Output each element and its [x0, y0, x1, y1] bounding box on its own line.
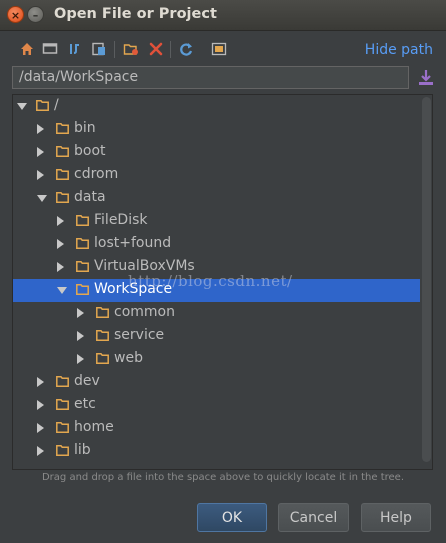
- tree-item-label: etc: [74, 396, 96, 412]
- tree-item[interactable]: VirtualBoxVMs: [13, 256, 420, 279]
- tree-item[interactable]: web: [13, 348, 420, 371]
- show-hidden-icon[interactable]: [210, 40, 228, 58]
- tree-item[interactable]: /: [13, 95, 420, 118]
- expand-right-icon[interactable]: [37, 170, 44, 180]
- toolbar: Hide path: [0, 38, 446, 64]
- toolbar-separator: [170, 41, 171, 58]
- tree-scrollbar[interactable]: [422, 97, 431, 462]
- window-title: Open File or Project: [54, 6, 217, 22]
- module-dir-icon[interactable]: [90, 40, 108, 58]
- desktop-icon[interactable]: [41, 40, 59, 58]
- refresh-icon[interactable]: [177, 40, 195, 58]
- title-bar: × – Open File or Project: [0, 0, 446, 31]
- folder-icon: [56, 399, 69, 410]
- tree-item-label: cdrom: [74, 166, 119, 182]
- tree-item[interactable]: service: [13, 325, 420, 348]
- folder-icon: [96, 353, 109, 364]
- tree-item[interactable]: lost+found: [13, 233, 420, 256]
- expand-down-icon[interactable]: [17, 103, 27, 110]
- expand-right-icon[interactable]: [77, 331, 84, 341]
- path-history-button[interactable]: [416, 68, 436, 88]
- expand-right-icon[interactable]: [37, 124, 44, 134]
- window-close-button[interactable]: ×: [7, 6, 24, 23]
- tree-item[interactable]: data: [13, 187, 420, 210]
- ok-button[interactable]: OK: [197, 503, 267, 532]
- folder-icon: [36, 100, 49, 111]
- tree-item[interactable]: home: [13, 417, 420, 440]
- tree-item-label: WorkSpace: [94, 281, 173, 297]
- expand-down-icon[interactable]: [37, 195, 47, 202]
- folder-icon: [76, 284, 89, 295]
- tree-item-label: boot: [74, 143, 106, 159]
- delete-icon[interactable]: [147, 40, 165, 58]
- help-button[interactable]: Help: [361, 503, 431, 532]
- new-folder-icon[interactable]: [122, 40, 140, 58]
- tree-item[interactable]: boot: [13, 141, 420, 164]
- expand-right-icon[interactable]: [77, 354, 84, 364]
- tree-item-label: bin: [74, 120, 96, 136]
- folder-icon: [76, 215, 89, 226]
- folder-icon: [56, 146, 69, 157]
- expand-down-icon[interactable]: [57, 287, 67, 294]
- expand-right-icon[interactable]: [37, 377, 44, 387]
- download-history-icon: [419, 70, 433, 85]
- tree-item-label: service: [114, 327, 165, 343]
- hide-path-link[interactable]: Hide path: [365, 42, 433, 58]
- tree-item-label: dev: [74, 373, 100, 389]
- expand-right-icon[interactable]: [77, 308, 84, 318]
- folder-icon: [96, 307, 109, 318]
- tree-item[interactable]: lib: [13, 440, 420, 463]
- tree-item-label: home: [74, 419, 114, 435]
- tree-item-label: common: [114, 304, 175, 320]
- folder-icon: [56, 376, 69, 387]
- tree-item-label: lost+found: [94, 235, 172, 251]
- tree-item[interactable]: FileDisk: [13, 210, 420, 233]
- expand-right-icon[interactable]: [57, 239, 64, 249]
- tree-item-label: data: [74, 189, 106, 205]
- tree-item-label: FileDisk: [94, 212, 148, 228]
- path-input[interactable]: /data/WorkSpace: [12, 66, 409, 89]
- expand-right-icon[interactable]: [37, 423, 44, 433]
- file-tree[interactable]: / bin boot cdrom data FileDisk lost+found Virtu…: [12, 94, 433, 470]
- cancel-button[interactable]: Cancel: [278, 503, 349, 532]
- tree-item[interactable]: WorkSpace: [13, 279, 420, 302]
- tree-item-label: /: [54, 97, 59, 113]
- folder-icon: [56, 445, 69, 456]
- tree-item-label: web: [114, 350, 143, 366]
- tree-item[interactable]: bin: [13, 118, 420, 141]
- folder-icon: [76, 261, 89, 272]
- tree-item-label: lib: [74, 442, 91, 458]
- drag-drop-hint: Drag and drop a file into the space abov…: [41, 472, 405, 483]
- toolbar-separator: [114, 41, 115, 58]
- home-icon[interactable]: [18, 40, 36, 58]
- tree-item[interactable]: dev: [13, 371, 420, 394]
- folder-icon: [96, 330, 109, 341]
- tree-item-label: VirtualBoxVMs: [94, 258, 195, 274]
- folder-icon: [76, 238, 89, 249]
- expand-right-icon[interactable]: [37, 147, 44, 157]
- expand-right-icon[interactable]: [37, 400, 44, 410]
- expand-right-icon[interactable]: [37, 446, 44, 456]
- project-dir-icon[interactable]: [65, 40, 83, 58]
- folder-icon: [56, 422, 69, 433]
- tree-item[interactable]: etc: [13, 394, 420, 417]
- expand-right-icon[interactable]: [57, 262, 64, 272]
- expand-right-icon[interactable]: [57, 216, 64, 226]
- folder-icon: [56, 169, 69, 180]
- window-minimize-button[interactable]: –: [27, 6, 44, 23]
- folder-icon: [56, 192, 69, 203]
- tree-item[interactable]: common: [13, 302, 420, 325]
- tree-item[interactable]: cdrom: [13, 164, 420, 187]
- folder-icon: [56, 123, 69, 134]
